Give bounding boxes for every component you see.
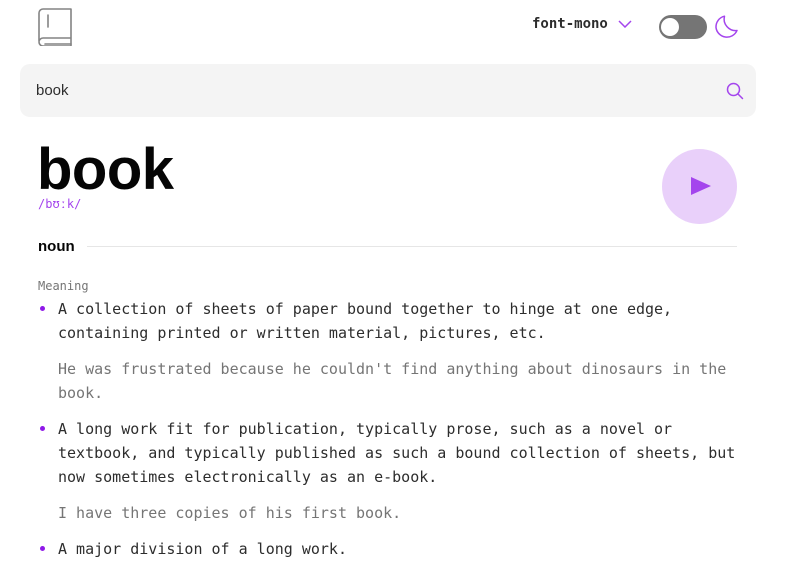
definition-item: A long work fit for publication, typical…	[38, 417, 748, 525]
definition-example: I have three copies of his first book.	[58, 504, 402, 522]
search-icon[interactable]	[726, 82, 744, 100]
play-icon	[691, 177, 711, 195]
definition-item: A major division of a long work.	[38, 537, 748, 561]
divider	[86, 246, 737, 247]
bullet	[40, 546, 45, 551]
book-icon[interactable]	[37, 8, 73, 46]
definition-item: A collection of sheets of paper bound to…	[38, 297, 748, 405]
moon-icon[interactable]	[713, 13, 739, 39]
definition-text: A collection of sheets of paper bound to…	[58, 300, 673, 342]
definition-example: He was frustrated because he couldn't fi…	[58, 360, 727, 402]
font-selector[interactable]: font-mono	[532, 16, 632, 32]
part-of-speech: noun	[38, 238, 75, 255]
part-of-speech-row: noun	[38, 238, 737, 255]
font-selector-label: font-mono	[532, 16, 608, 32]
header: font-mono	[0, 0, 807, 56]
bullet	[40, 426, 45, 431]
entry-phonetic: /bʊːk/	[38, 197, 82, 211]
play-pronunciation-button[interactable]	[662, 149, 737, 224]
definition-text: A long work fit for publication, typical…	[58, 420, 736, 486]
bullet	[40, 306, 45, 311]
definition-list: A collection of sheets of paper bound to…	[38, 297, 748, 573]
meaning-heading: Meaning	[38, 279, 89, 293]
theme-toggle[interactable]	[659, 15, 707, 39]
search-input[interactable]	[36, 78, 676, 102]
definition-text: A major division of a long work.	[58, 540, 347, 558]
entry-word: book	[37, 137, 174, 202]
chevron-down-icon	[618, 20, 632, 28]
search-bar	[20, 64, 756, 117]
toggle-knob	[661, 18, 679, 36]
